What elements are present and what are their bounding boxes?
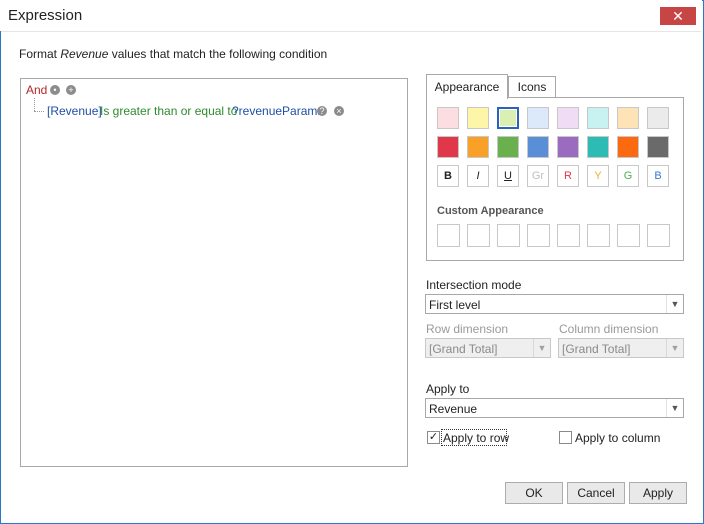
- font-style-button[interactable]: Y: [587, 165, 609, 187]
- light-color-swatch[interactable]: [497, 107, 519, 129]
- light-color-swatch[interactable]: [587, 107, 609, 129]
- font-style-button[interactable]: I: [467, 165, 489, 187]
- column-dimension-select[interactable]: [Grand Total] ▼: [558, 338, 684, 358]
- title-bar: Expression ✕: [0, 0, 702, 31]
- custom-appearance-slot[interactable]: [527, 224, 550, 247]
- tab-icons[interactable]: Icons: [508, 76, 556, 99]
- dark-color-swatch[interactable]: [497, 136, 519, 158]
- apply-to-row-label[interactable]: Apply to row: [443, 431, 509, 445]
- apply-to-column-checkbox[interactable]: [559, 431, 572, 444]
- condition-tree-panel[interactable]: [20, 78, 408, 467]
- description-prefix: Format: [19, 47, 61, 61]
- light-color-swatch[interactable]: [437, 107, 459, 129]
- dark-color-swatch[interactable]: [557, 136, 579, 158]
- custom-appearance-label: Custom Appearance: [437, 205, 544, 217]
- appearance-panel: [426, 97, 684, 261]
- ellipsis-icon[interactable]: •: [50, 85, 60, 95]
- intersection-mode-label: Intersection mode: [426, 278, 522, 292]
- light-color-swatch[interactable]: [647, 107, 669, 129]
- apply-to-label: Apply to: [426, 382, 470, 396]
- dark-color-swatch[interactable]: [587, 136, 609, 158]
- dark-color-swatch[interactable]: [527, 136, 549, 158]
- close-button[interactable]: ✕: [660, 7, 696, 25]
- tab-appearance[interactable]: Appearance: [426, 74, 508, 99]
- custom-appearance-slot[interactable]: [467, 224, 490, 247]
- custom-appearance-slot[interactable]: [557, 224, 580, 247]
- row-dimension-label: Row dimension: [426, 322, 509, 336]
- chevron-down-icon[interactable]: ▼: [666, 339, 683, 357]
- group-operator-and[interactable]: And: [26, 83, 47, 97]
- dark-color-swatch[interactable]: [647, 136, 669, 158]
- row-dimension-value: [Grand Total]: [429, 342, 498, 356]
- font-style-button[interactable]: G: [617, 165, 639, 187]
- window-title: Expression: [8, 7, 83, 24]
- tree-connector: [34, 98, 36, 111]
- apply-button[interactable]: Apply: [629, 482, 687, 504]
- custom-appearance-slot[interactable]: [437, 224, 460, 247]
- custom-appearance-slot[interactable]: [497, 224, 520, 247]
- chevron-down-icon[interactable]: ▼: [666, 295, 683, 313]
- font-style-button[interactable]: Gr: [527, 165, 549, 187]
- dark-color-swatch[interactable]: [467, 136, 489, 158]
- intersection-mode-value: First level: [429, 298, 481, 312]
- font-style-button[interactable]: B: [647, 165, 669, 187]
- apply-to-value: Revenue: [429, 402, 478, 416]
- custom-appearance-slot[interactable]: [587, 224, 610, 247]
- cancel-button[interactable]: Cancel: [567, 482, 625, 504]
- ok-button[interactable]: OK: [505, 482, 563, 504]
- light-color-swatch[interactable]: [467, 107, 489, 129]
- add-icon[interactable]: +: [66, 85, 76, 95]
- font-style-button[interactable]: R: [557, 165, 579, 187]
- condition-description: Format Revenue values that match the fol…: [19, 47, 327, 61]
- dark-color-swatch[interactable]: [617, 136, 639, 158]
- apply-to-select[interactable]: Revenue ▼: [425, 398, 684, 418]
- light-color-swatch[interactable]: [557, 107, 579, 129]
- apply-to-row-checkbox[interactable]: ✓: [427, 431, 440, 444]
- description-field: Revenue: [60, 47, 109, 61]
- chevron-down-icon[interactable]: ▼: [533, 339, 550, 357]
- tree-connector: [34, 111, 44, 113]
- apply-to-column-label[interactable]: Apply to column: [575, 431, 660, 445]
- help-icon[interactable]: ?: [317, 106, 327, 116]
- light-color-swatch[interactable]: [617, 107, 639, 129]
- chevron-down-icon[interactable]: ▼: [666, 399, 683, 417]
- row-dimension-select[interactable]: [Grand Total] ▼: [425, 338, 551, 358]
- intersection-mode-select[interactable]: First level ▼: [425, 294, 684, 314]
- column-dimension-value: [Grand Total]: [562, 342, 631, 356]
- dark-color-swatch[interactable]: [437, 136, 459, 158]
- condition-value[interactable]: ?revenueParam1: [232, 104, 324, 118]
- font-style-button[interactable]: B: [437, 165, 459, 187]
- description-suffix: values that match the following conditio…: [108, 47, 328, 61]
- custom-appearance-slot[interactable]: [617, 224, 640, 247]
- remove-icon[interactable]: ×: [334, 106, 344, 116]
- light-color-swatch[interactable]: [527, 107, 549, 129]
- condition-field[interactable]: [Revenue]: [47, 104, 102, 118]
- custom-appearance-slot[interactable]: [647, 224, 670, 247]
- font-style-button[interactable]: U: [497, 165, 519, 187]
- column-dimension-label: Column dimension: [559, 322, 659, 336]
- condition-operator[interactable]: Is greater than or equal to: [100, 104, 237, 118]
